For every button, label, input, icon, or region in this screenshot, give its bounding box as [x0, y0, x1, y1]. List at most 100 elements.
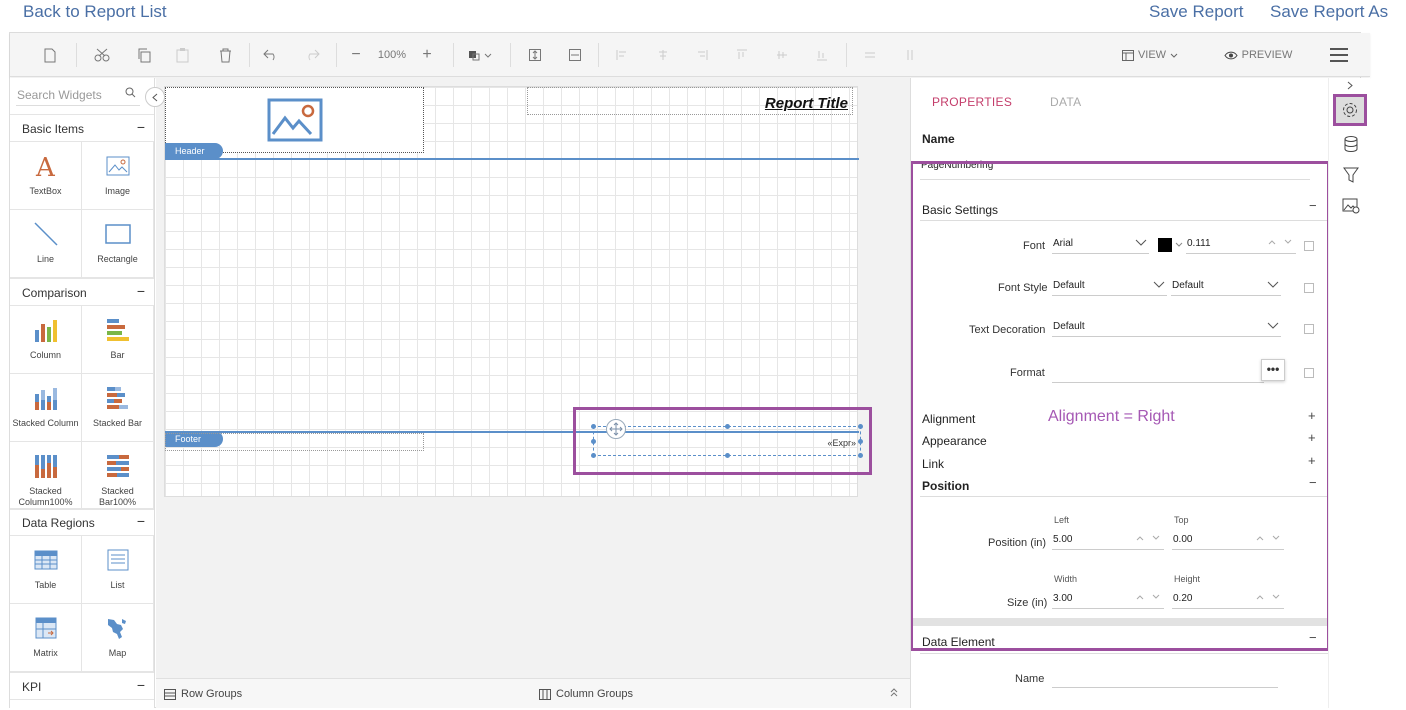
section-divider — [920, 653, 1328, 654]
widget-bar[interactable]: Bar — [82, 306, 154, 374]
widget-matrix[interactable]: Matrix — [10, 604, 82, 672]
header-section-tag[interactable]: Header — [165, 143, 223, 159]
top-links: Back to Report List Save Report Save Rep… — [0, 0, 1406, 30]
map-icon — [107, 619, 126, 639]
widget-label: Stacked Column100% — [18, 486, 73, 507]
category-data-regions[interactable]: Data Regions − — [10, 508, 154, 536]
align-right-icon[interactable] — [692, 33, 712, 77]
widget-label: Matrix — [33, 648, 58, 658]
widget-column[interactable]: Column — [10, 306, 82, 374]
widget-label: Table — [34, 580, 57, 590]
toolbar: − 100% + VIEW PREVIEW — [10, 33, 1370, 77]
align-middle-icon[interactable] — [772, 33, 792, 77]
hamburger-menu-icon[interactable] — [1326, 33, 1352, 77]
undo-icon[interactable] — [259, 33, 283, 77]
eye-icon — [1224, 51, 1238, 59]
view-menu-button[interactable]: VIEW — [1120, 33, 1180, 77]
column-groups-button[interactable]: Column Groups — [539, 688, 633, 700]
widget-list[interactable]: List — [82, 536, 154, 604]
report-title-textbox[interactable]: Report Title — [527, 87, 853, 115]
category-label: Data Regions — [22, 516, 95, 530]
align-top-icon[interactable] — [732, 33, 752, 77]
image-manager-icon[interactable] — [1339, 194, 1363, 218]
widget-stacked-column[interactable]: Stacked Column — [10, 374, 82, 442]
data-element-name-input[interactable] — [1052, 670, 1278, 688]
right-icon-bar — [1328, 78, 1370, 708]
zoom-out-icon[interactable]: − — [346, 33, 366, 77]
chevron-down-icon — [1170, 53, 1178, 58]
widget-label: Stacked Column — [12, 418, 79, 428]
database-icon[interactable] — [1339, 132, 1363, 156]
zoom-in-icon[interactable]: + — [417, 33, 437, 77]
category-label: Basic Items — [22, 122, 85, 136]
widget-map[interactable]: Map — [82, 604, 154, 672]
layout-icon — [1121, 49, 1134, 61]
report-page[interactable]: Report Title Header Footer «Expr» — [164, 86, 872, 497]
back-to-report-list-link[interactable]: Back to Report List — [23, 2, 167, 22]
line-icon — [33, 222, 58, 246]
save-report-as-link[interactable]: Save Report As — [1270, 2, 1388, 22]
row-groups-button[interactable]: Row Groups — [164, 688, 242, 700]
widget-stacked-bar[interactable]: Stacked Bar — [82, 374, 154, 442]
new-file-icon[interactable] — [38, 33, 62, 77]
cut-icon[interactable] — [90, 33, 114, 77]
zoom-level[interactable]: 100% — [372, 33, 412, 77]
preview-label: PREVIEW — [1241, 49, 1293, 61]
category-comparison[interactable]: Comparison − — [10, 278, 154, 306]
widget-line[interactable]: Line — [10, 210, 82, 278]
image-placeholder-icon — [267, 98, 323, 142]
align-center-icon[interactable] — [653, 33, 673, 77]
stacked-bar-icon — [106, 387, 128, 409]
distribute-horizontal-icon[interactable] — [860, 33, 880, 77]
row-groups-icon — [164, 688, 176, 700]
widget-textbox[interactable]: A TextBox — [10, 142, 82, 210]
stacked-column-icon — [34, 388, 57, 410]
toolbar-divider — [336, 43, 337, 67]
fit-width-icon[interactable] — [564, 33, 586, 77]
toolbar-divider — [76, 43, 77, 67]
arrange-order-icon[interactable] — [465, 33, 497, 77]
align-left-icon[interactable] — [612, 33, 632, 77]
collapse-toggle[interactable]: − — [137, 119, 145, 135]
widget-stacked-column100[interactable]: Stacked Column100% — [10, 442, 82, 510]
properties-panel: PROPERTIES DATA Name PageNumbering Basic… — [910, 78, 1328, 708]
widget-label: Column — [29, 350, 61, 360]
widget-search-input[interactable]: Search Widgets — [16, 84, 140, 106]
collapse-toggle[interactable]: − — [137, 283, 145, 299]
fit-height-icon[interactable] — [524, 33, 546, 77]
redo-icon[interactable] — [300, 33, 324, 77]
collapse-toggle[interactable]: − — [137, 513, 145, 529]
expand-groups-icon[interactable] — [890, 688, 898, 697]
align-bottom-icon[interactable] — [812, 33, 832, 77]
widget-rectangle[interactable]: Rectangle — [82, 210, 154, 278]
view-label: VIEW — [1137, 49, 1167, 61]
textbox-icon: A — [35, 154, 56, 178]
widget-image[interactable]: Image — [82, 142, 154, 210]
category-basic-items[interactable]: Basic Items − — [10, 114, 154, 142]
toolbar-divider — [510, 43, 511, 67]
settings-gear-icon[interactable] — [1333, 94, 1367, 126]
footer-textbox[interactable] — [165, 433, 424, 451]
preview-button[interactable]: PREVIEW — [1222, 33, 1294, 77]
category-kpi[interactable]: KPI − — [10, 672, 154, 700]
paste-icon[interactable] — [170, 33, 194, 77]
report-title-text: Report Title — [764, 95, 848, 112]
delete-icon[interactable] — [213, 33, 237, 77]
copy-icon[interactable] — [132, 33, 156, 77]
widget-label: Map — [108, 648, 127, 658]
chevron-right-icon — [1347, 81, 1353, 90]
widget-label: Line — [36, 254, 54, 264]
widget-table[interactable]: Table — [10, 536, 82, 604]
filter-icon[interactable] — [1339, 163, 1363, 187]
widget-label: Stacked Bar100% — [98, 486, 137, 507]
widget-stacked-bar100[interactable]: Stacked Bar100% — [82, 442, 154, 510]
row-groups-label: Row Groups — [181, 688, 243, 700]
save-report-link[interactable]: Save Report — [1149, 2, 1244, 22]
column-groups-label: Column Groups — [556, 688, 634, 700]
collapse-widgets-button[interactable] — [145, 87, 165, 107]
tab-data[interactable]: DATA — [1050, 95, 1081, 109]
tab-properties[interactable]: PROPERTIES — [932, 95, 1012, 109]
distribute-vertical-icon[interactable] — [900, 33, 920, 77]
toolbar-divider — [249, 43, 250, 67]
collapse-toggle[interactable]: − — [137, 677, 145, 693]
